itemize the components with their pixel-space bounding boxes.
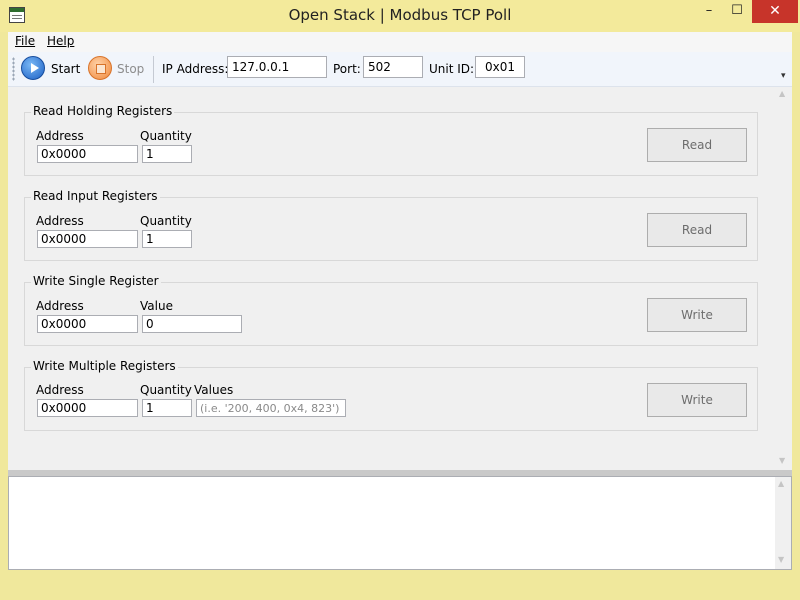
read-holding-registers-group: Read Holding Registers Address Quantity … xyxy=(24,104,758,176)
output-scroll-up-icon[interactable]: ▲ xyxy=(778,479,784,488)
stop-icon[interactable] xyxy=(88,56,112,80)
input-quantity-input[interactable] xyxy=(142,230,192,248)
single-address-input[interactable] xyxy=(37,315,138,333)
port-input[interactable] xyxy=(363,56,423,78)
write-single-register-group: Write Single Register Address Value Writ… xyxy=(24,274,758,346)
group-title: Write Multiple Registers xyxy=(31,359,178,373)
menu-help-label: Help xyxy=(47,34,75,48)
menu-help[interactable]: Help xyxy=(47,34,74,48)
output-log[interactable]: ▲ ▼ xyxy=(8,476,792,570)
group-title: Read Holding Registers xyxy=(31,104,175,118)
scroll-down-icon[interactable]: ▼ xyxy=(779,456,785,465)
output-scrollbar[interactable]: ▲ ▼ xyxy=(775,477,791,569)
address-label: Address xyxy=(36,214,84,228)
group-title: Write Single Register xyxy=(31,274,161,288)
minimize-button[interactable]: – xyxy=(696,0,722,23)
read-input-button[interactable]: Read xyxy=(647,213,747,247)
quantity-label: Quantity xyxy=(140,214,192,228)
window-title: Open Stack | Modbus TCP Poll xyxy=(288,6,512,24)
toolbar-overflow-icon[interactable]: ▾ xyxy=(781,71,786,81)
read-input-registers-group: Read Input Registers Address Quantity Re… xyxy=(24,189,758,261)
stop-button[interactable]: Stop xyxy=(117,62,144,76)
address-label: Address xyxy=(36,299,84,313)
holding-address-input[interactable] xyxy=(37,145,138,163)
multiple-quantity-input[interactable] xyxy=(142,399,192,417)
main-scrollbar[interactable]: ▲ ▼ xyxy=(776,87,792,470)
port-label: Port: xyxy=(333,62,361,76)
read-holding-button[interactable]: Read xyxy=(647,128,747,162)
start-button[interactable]: Start xyxy=(51,62,80,76)
menu-bar: File Help xyxy=(8,32,792,52)
single-value-input[interactable] xyxy=(142,315,242,333)
toolbar-grip[interactable] xyxy=(12,57,15,81)
menu-file-label: File xyxy=(15,34,36,48)
address-label: Address xyxy=(36,129,84,143)
menu-file[interactable]: File xyxy=(15,34,35,48)
holding-quantity-input[interactable] xyxy=(142,145,192,163)
unit-id-label: Unit ID: xyxy=(429,62,475,76)
play-icon[interactable] xyxy=(21,56,45,80)
ip-address-label: IP Address: xyxy=(162,62,229,76)
quantity-label: Quantity xyxy=(140,129,192,143)
main-panel: Read Holding Registers Address Quantity … xyxy=(8,87,776,470)
write-multiple-registers-group: Write Multiple Registers Address Quantit… xyxy=(24,359,758,431)
toolbar: Start Stop IP Address: Port: Unit ID: ▾ xyxy=(8,52,792,87)
write-single-button[interactable]: Write xyxy=(647,298,747,332)
title-bar: Open Stack | Modbus TCP Poll – ☐ ✕ xyxy=(0,0,800,32)
values-label: Values xyxy=(194,383,234,397)
ip-address-input[interactable] xyxy=(227,56,327,78)
write-multiple-button[interactable]: Write xyxy=(647,383,747,417)
group-title: Read Input Registers xyxy=(31,189,160,203)
unit-id-input[interactable] xyxy=(475,56,525,78)
quantity-label: Quantity xyxy=(140,383,192,397)
multiple-values-input[interactable] xyxy=(196,399,346,417)
multiple-address-input[interactable] xyxy=(37,399,138,417)
window-bottom-frame xyxy=(0,570,800,600)
input-address-input[interactable] xyxy=(37,230,138,248)
address-label: Address xyxy=(36,383,84,397)
value-label: Value xyxy=(140,299,173,313)
scroll-up-icon[interactable]: ▲ xyxy=(779,89,785,98)
close-button[interactable]: ✕ xyxy=(752,0,798,23)
output-scroll-down-icon[interactable]: ▼ xyxy=(778,555,784,564)
maximize-button[interactable]: ☐ xyxy=(724,0,750,23)
toolbar-separator xyxy=(153,56,154,83)
